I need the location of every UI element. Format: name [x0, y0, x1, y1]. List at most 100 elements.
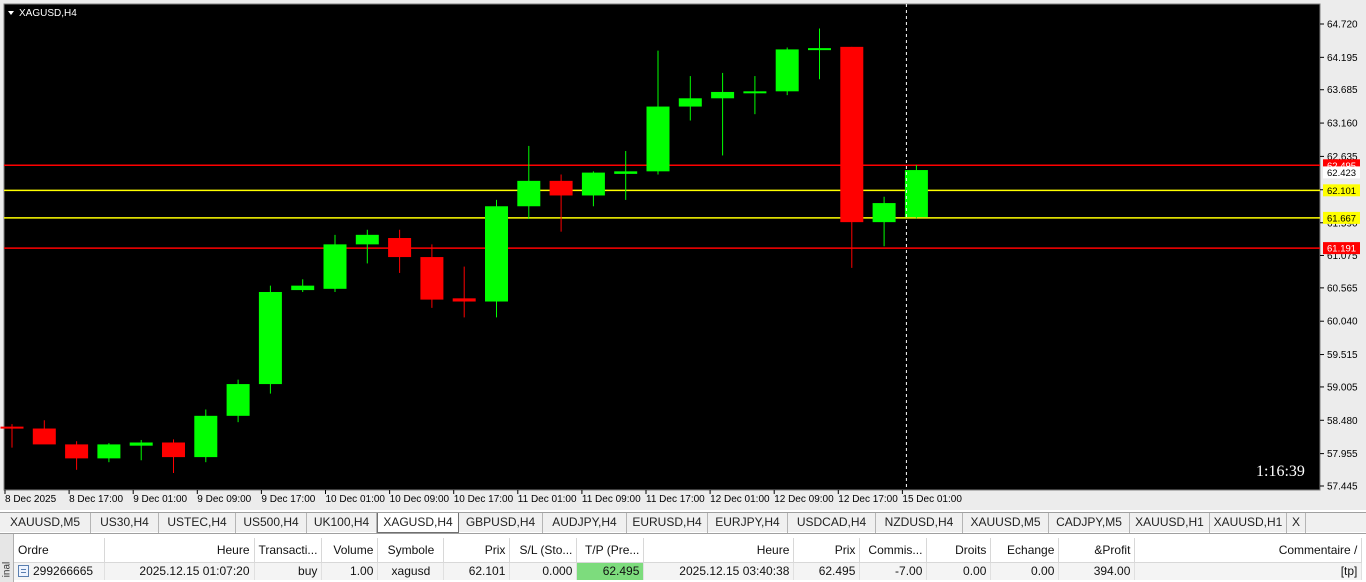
column-header[interactable]: T/P (Pre...: [576, 538, 645, 563]
cell-symbol: xagusd: [377, 562, 445, 580]
column-header[interactable]: Droits: [926, 538, 992, 563]
candle-body: [97, 444, 121, 459]
time-tick-label: 8 Dec 2025: [5, 494, 57, 505]
chart-tab[interactable]: US30,H4: [91, 513, 159, 533]
candle-body: [0, 426, 24, 429]
time-tick-label: 9 Dec 09:00: [197, 494, 251, 505]
column-header[interactable]: Commis...: [859, 538, 928, 563]
chart-tab[interactable]: NZDUSD,H4: [876, 513, 963, 533]
candle: [904, 164, 928, 219]
cell-close-price: 62.495: [793, 562, 861, 580]
cell-tp: 62.495: [576, 562, 645, 580]
chart-window[interactable]: 64.72064.19563.68563.16062.63562.11061.5…: [0, 0, 1366, 510]
column-header[interactable]: Transacti...: [254, 538, 323, 563]
column-header[interactable]: S/L (Sto...: [509, 538, 578, 563]
time-tick-label: 8 Dec 17:00: [69, 494, 123, 505]
candle: [226, 379, 250, 423]
price-tick-label: 64.195: [1327, 53, 1358, 64]
candle-body: [711, 91, 735, 99]
candle-body: [355, 234, 379, 245]
chart-tab[interactable]: EURJPY,H4: [708, 513, 788, 533]
candle-body: [258, 291, 282, 385]
candle-body: [32, 428, 56, 445]
candle-body: [872, 203, 896, 223]
table-row[interactable]: 299266665 2025.12.15 01:07:20 buy 1.00 xagus…: [14, 562, 1363, 580]
candle-body: [775, 49, 799, 92]
column-header[interactable]: Volume: [321, 538, 379, 563]
time-tick-label: 10 Dec 09:00: [390, 494, 450, 505]
chart-tab[interactable]: XAUUSD,M5: [0, 513, 91, 533]
chart-title: XAGUSD,H4: [19, 8, 77, 19]
chart-tab[interactable]: XAUUSD,H1: [1210, 513, 1287, 533]
cell-close-time: 2025.12.15 03:40:38: [643, 562, 795, 580]
candle: [775, 47, 799, 96]
price-tick-label: 57.445: [1327, 482, 1358, 493]
chart-tab[interactable]: X: [1287, 513, 1306, 533]
bid-price-label-text: 62.423: [1327, 168, 1356, 179]
price-tick-label: 57.955: [1327, 449, 1358, 460]
candle-body: [517, 180, 541, 207]
candle-body: [226, 384, 250, 416]
time-tick-label: 15 Dec 01:00: [902, 494, 962, 505]
cell-swap: 0.00: [926, 562, 992, 580]
lower-red-label: 61.191: [1323, 242, 1360, 255]
chart-tab[interactable]: GBPUSD,H4: [459, 513, 543, 533]
column-header[interactable]: Echange: [990, 538, 1060, 563]
price-tick-label: 59.005: [1327, 382, 1358, 393]
open-price-label-text: 62.101: [1327, 186, 1356, 197]
cell-order: 299266665: [14, 562, 105, 580]
candle-body: [581, 172, 605, 196]
time-tick-label: 9 Dec 17:00: [261, 494, 315, 505]
candle-body: [323, 244, 347, 289]
cell-volume: 1.00: [321, 562, 379, 580]
column-header[interactable]: Heure: [643, 538, 795, 563]
candle-body: [485, 206, 508, 302]
chart-tab[interactable]: EURUSD,H4: [627, 513, 708, 533]
cell-sl: 0.000: [509, 562, 578, 580]
candle-body: [646, 106, 670, 172]
time-tick-label: 12 Dec 01:00: [710, 494, 770, 505]
chart-tab[interactable]: USTEC,H4: [159, 513, 236, 533]
column-header[interactable]: Commentaire /: [1134, 538, 1363, 563]
price-tick-label: 63.685: [1327, 85, 1358, 96]
price-tick-label: 60.565: [1327, 283, 1358, 294]
time-tick-label: 11 Dec 17:00: [646, 494, 705, 505]
terminal-side-label[interactable]: inal: [0, 534, 14, 582]
time-tick-label: 9 Dec 01:00: [133, 494, 187, 505]
cell-open-time: 2025.12.15 01:07:20: [104, 562, 255, 580]
candle-body: [549, 180, 573, 196]
candle-body: [129, 442, 153, 446]
cell-comment: [tp]: [1134, 562, 1363, 580]
column-header[interactable]: Symbole: [377, 538, 445, 563]
open-price-label: 62.101: [1323, 184, 1360, 197]
candle-body: [194, 415, 218, 458]
chart-tab[interactable]: USDCAD,H4: [788, 513, 876, 533]
chart-tab[interactable]: UK100,H4: [307, 513, 377, 533]
candle-body: [162, 442, 185, 458]
column-header[interactable]: &Profit: [1058, 538, 1136, 563]
time-tick-label: 10 Dec 01:00: [326, 494, 386, 505]
chart-tab[interactable]: XAGUSD,H4: [377, 513, 459, 533]
chart-tab[interactable]: US500,H4: [236, 513, 307, 533]
candle-body: [291, 285, 315, 291]
column-header[interactable]: Ordre: [14, 538, 105, 563]
column-header[interactable]: Prix: [443, 538, 511, 563]
candle-body: [743, 91, 767, 94]
chart-tab[interactable]: AUDJPY,H4: [543, 513, 627, 533]
chart-tab[interactable]: XAUUSD,M5: [963, 513, 1049, 533]
cell-price: 62.101: [443, 562, 511, 580]
candle-body: [420, 257, 444, 300]
chart-tab[interactable]: XAUUSD,H1: [1130, 513, 1210, 533]
chart-tab[interactable]: CADJPY,M5: [1049, 513, 1130, 533]
candle: [258, 285, 282, 394]
price-chart[interactable]: 64.72064.19563.68563.16062.63562.11061.5…: [0, 0, 1366, 510]
time-tick-label: 11 Dec 01:00: [518, 494, 577, 505]
lower-yellow-label: 61.667: [1323, 211, 1360, 224]
cell-profit: 394.00: [1058, 562, 1136, 580]
time-tick-label: 10 Dec 17:00: [454, 494, 514, 505]
time-tick-label: 12 Dec 17:00: [838, 494, 898, 505]
column-header[interactable]: Heure: [104, 538, 255, 563]
column-header[interactable]: Prix: [793, 538, 861, 563]
candle-body: [388, 238, 412, 258]
bid-price-label: 62.423: [1323, 166, 1360, 179]
